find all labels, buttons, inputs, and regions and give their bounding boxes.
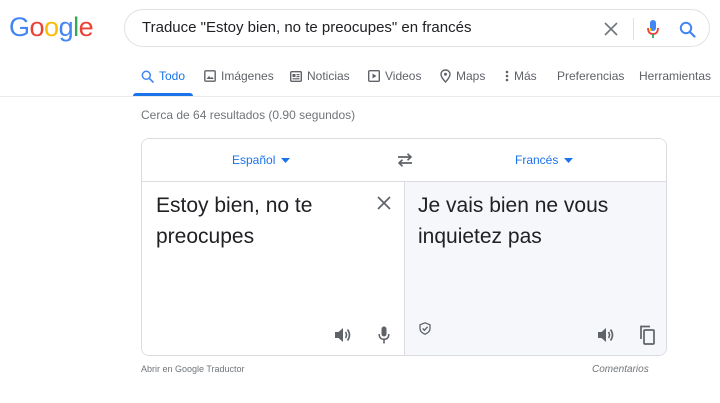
target-text-pane: Je vais bien ne vous inquietez pas	[404, 182, 666, 355]
logo-letter: e	[78, 12, 94, 42]
speaker-icon	[335, 328, 351, 342]
source-text-pane[interactable]: Estoy bien, no te preocupes	[142, 182, 404, 355]
tab-herramientas[interactable]: Herramientas	[639, 69, 711, 83]
tab-label: Todo	[159, 69, 186, 83]
tab-label: Preferencias	[557, 69, 625, 83]
swap-icon	[398, 153, 412, 167]
search-icon	[679, 21, 696, 38]
tab-noticias[interactable]: Noticias	[290, 69, 350, 83]
close-icon	[377, 196, 391, 210]
source-language-select[interactable]: Español	[232, 153, 291, 167]
tab-todo[interactable]: Todo	[141, 69, 185, 83]
close-icon	[604, 22, 618, 36]
copy-icon	[640, 325, 655, 345]
tab-maps[interactable]: Maps	[440, 69, 485, 83]
result-stats: Cerca de 64 resultados (0.90 segundos)	[141, 108, 356, 122]
mic-icon	[647, 20, 659, 38]
search-icon	[141, 70, 154, 83]
tab-label: Herramientas	[639, 69, 712, 83]
listen-translation-button[interactable]	[595, 324, 617, 346]
source-text[interactable]: Estoy bien, no te preocupes	[156, 190, 366, 252]
tab-mas[interactable]: Más	[505, 69, 537, 83]
chevron-down-icon	[281, 157, 291, 163]
speaker-icon	[598, 328, 614, 342]
feedback-link[interactable]: Comentarios	[592, 364, 649, 375]
voice-input-button[interactable]	[373, 324, 395, 346]
open-in-translate-link[interactable]: Abrir en Google Traductor	[141, 364, 245, 374]
language-bar: Español Francés	[142, 139, 666, 182]
tab-imagenes[interactable]: Imágenes	[204, 69, 274, 83]
map-pin-icon	[440, 69, 451, 83]
tab-label: Maps	[456, 69, 486, 83]
listen-source-button[interactable]	[332, 324, 354, 346]
tab-label: Imágenes	[221, 69, 274, 83]
more-vert-icon	[505, 70, 509, 82]
tab-label: Videos	[385, 69, 422, 83]
target-language-select[interactable]: Francés	[515, 153, 574, 167]
source-language-label: Español	[232, 153, 276, 167]
tab-videos[interactable]: Videos	[368, 69, 421, 83]
news-icon	[290, 70, 302, 82]
search-divider	[633, 18, 634, 40]
logo-letter: o	[44, 12, 59, 42]
image-icon	[204, 70, 216, 82]
translated-text[interactable]: Je vais bien ne vous inquietez pas	[418, 190, 658, 252]
search-input[interactable]: Traduce "Estoy bien, no te preocupes" en…	[142, 19, 471, 36]
verified-translation-badge[interactable]	[417, 320, 433, 336]
swap-languages-button[interactable]	[394, 150, 416, 170]
target-language-label: Francés	[515, 153, 559, 167]
search-button[interactable]	[675, 17, 699, 41]
translate-card: Español Francés Estoy bien, no te preocu…	[141, 138, 667, 356]
logo-letter: G	[9, 12, 30, 42]
copy-translation-button[interactable]	[636, 323, 658, 347]
mic-icon	[378, 326, 390, 344]
voice-search-button[interactable]	[641, 17, 665, 41]
search-box[interactable]: Traduce "Estoy bien, no te preocupes" en…	[124, 9, 710, 47]
logo-letter: o	[29, 12, 45, 42]
tab-label: Noticias	[307, 69, 350, 83]
tab-preferencias[interactable]: Preferencias	[557, 69, 624, 83]
chevron-down-icon	[564, 157, 574, 163]
video-icon	[368, 70, 380, 82]
tabs-divider	[0, 96, 720, 97]
google-logo[interactable]: Google	[9, 10, 94, 44]
clear-search-button[interactable]	[599, 17, 623, 41]
logo-letter: g	[58, 12, 74, 42]
shield-check-icon	[419, 321, 431, 335]
clear-source-button[interactable]	[373, 192, 395, 214]
tab-label: Más	[514, 69, 537, 83]
search-tabs: Todo Imágenes Noticias Videos Maps Más P…	[0, 60, 720, 96]
